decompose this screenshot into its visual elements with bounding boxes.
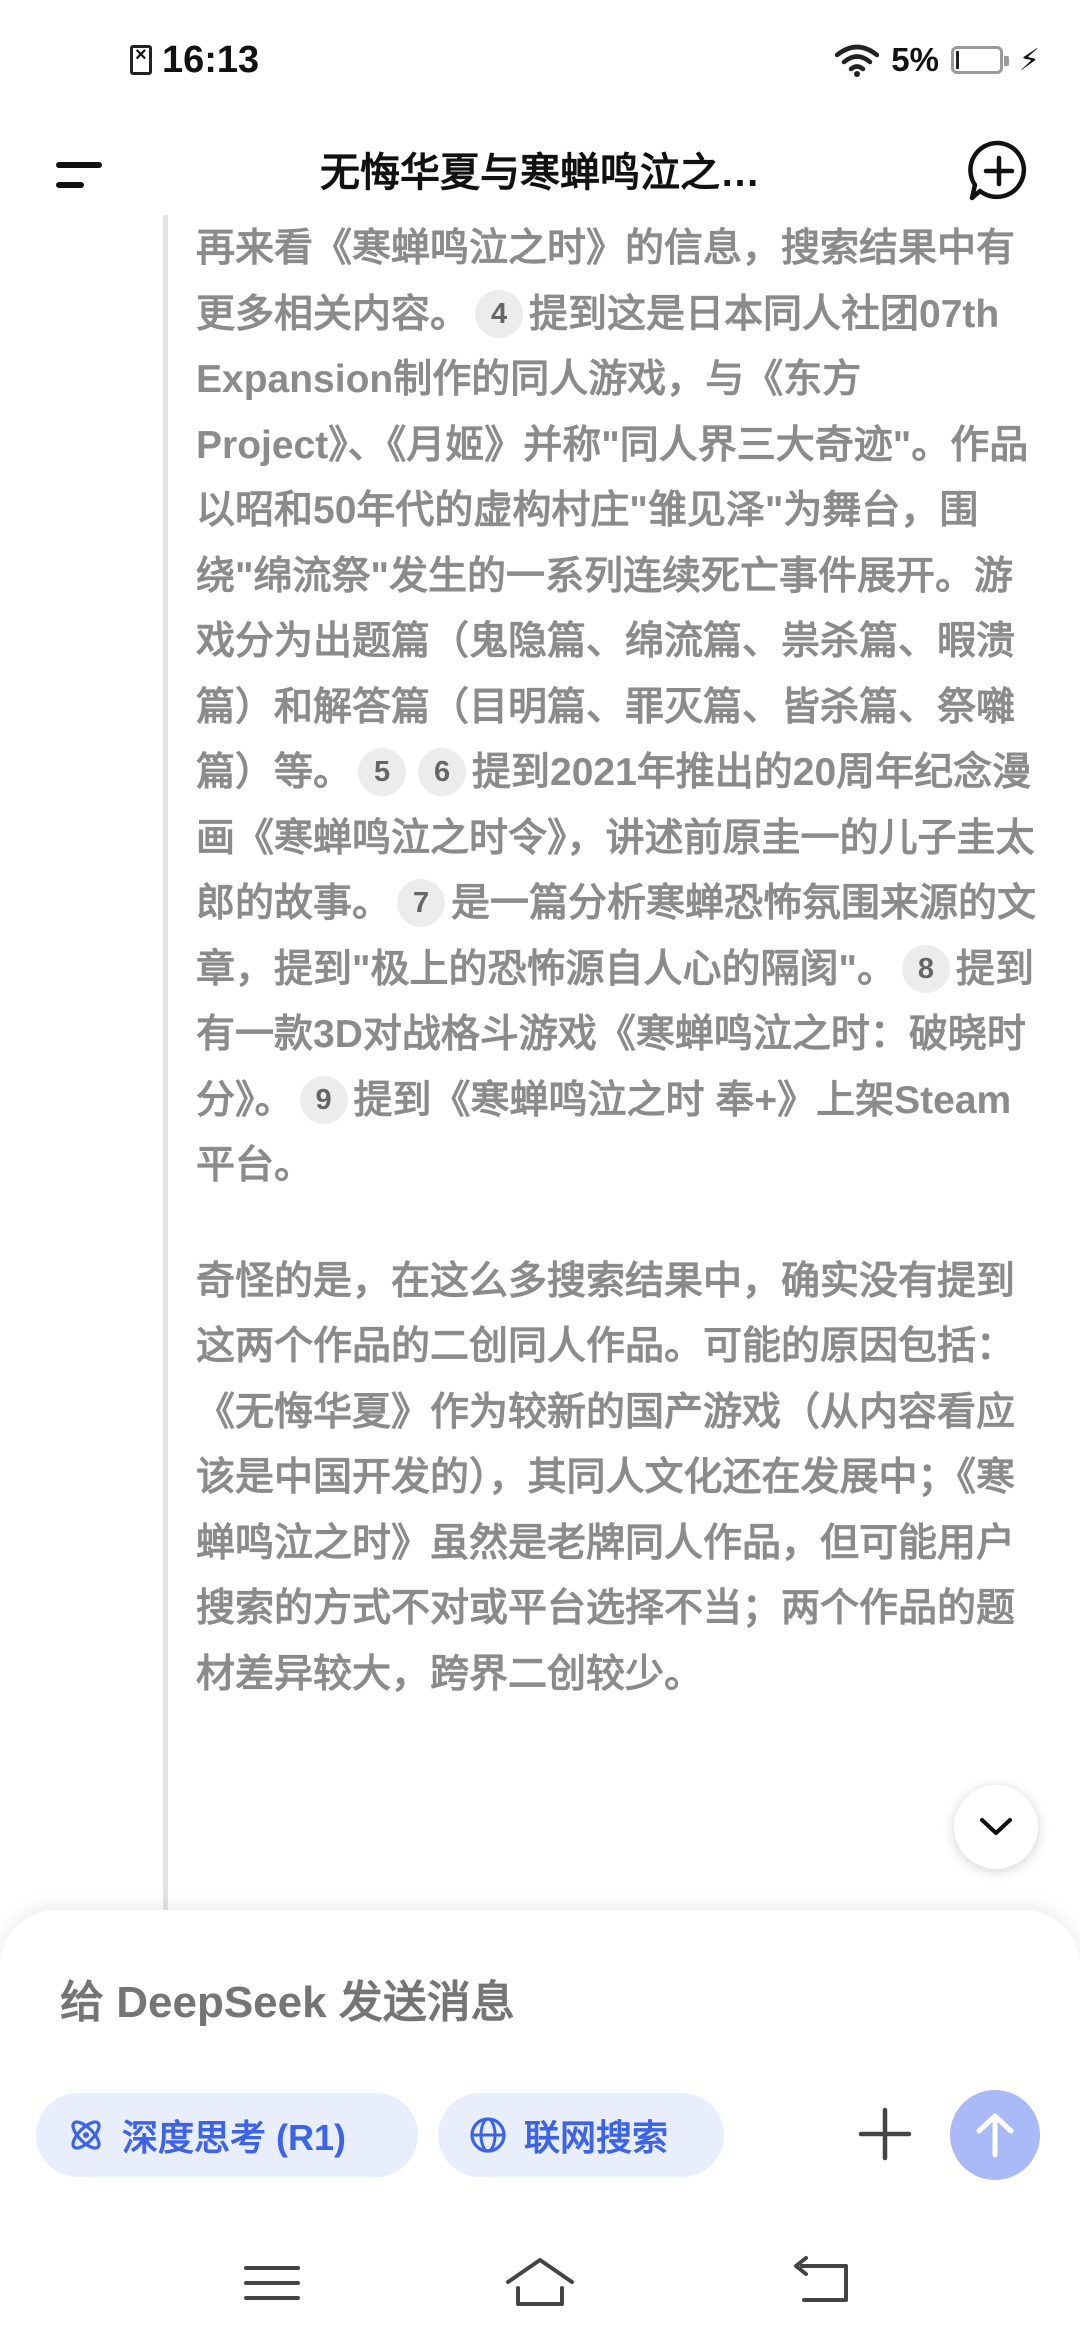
citation-badge-9[interactable]: 9	[299, 1075, 348, 1124]
web-search-toggle[interactable]: 联网搜索	[438, 2093, 724, 2177]
deep-think-label: 深度思考 (R1)	[122, 2117, 346, 2158]
charging-icon: ⚡	[1018, 43, 1040, 77]
message-input[interactable]	[58, 1962, 1022, 2044]
battery-icon	[950, 46, 1009, 74]
status-bar: 16:13 5% ⚡	[0, 0, 1080, 118]
new-chat-icon	[968, 140, 1027, 201]
citation-badge-5[interactable]: 5	[358, 748, 407, 796]
wifi-icon	[835, 44, 880, 77]
scroll-to-bottom-button[interactable]	[954, 1785, 1038, 1869]
send-button[interactable]	[950, 2090, 1040, 2180]
thinking-content: 再来看《寒蝉鸣泣之时》的信息，搜索结果中有更多相关内容。 4 提到这是日本同人社团0…	[196, 216, 1041, 1707]
status-right: 5% ⚡	[835, 36, 1040, 84]
thinking-indicator-bar	[163, 215, 168, 1915]
thinking-paragraph-2: 奇怪的是，在这么多搜索结果中，确实没有提到这两个作品的二创同人作品。可能的原因包…	[196, 1259, 1016, 1696]
globe-icon	[470, 2117, 506, 2153]
citation-badge-8[interactable]: 8	[901, 944, 950, 993]
citation-badge-6[interactable]: 6	[418, 748, 467, 796]
web-search-label: 联网搜索	[524, 2117, 669, 2158]
citation-badge-4[interactable]: 4	[475, 289, 524, 338]
sim-error-icon	[130, 44, 152, 75]
thinking-text-segment: 提到这是日本同人社团07th Expansion制作的同人游戏，与《东方Proj…	[196, 292, 1029, 795]
deep-think-toggle[interactable]: 深度思考 (R1)	[36, 2093, 418, 2177]
status-time: 16:13	[162, 38, 260, 81]
chevron-down-icon	[980, 1818, 1012, 1835]
attach-button[interactable]	[855, 2104, 915, 2164]
atom-icon	[71, 2120, 101, 2150]
new-chat-button[interactable]	[966, 138, 1032, 204]
status-left: 16:13	[130, 36, 259, 84]
recent-apps-button[interactable]	[232, 2248, 312, 2318]
plus-icon	[858, 2107, 912, 2161]
citation-badge-7[interactable]: 7	[397, 879, 446, 927]
menu-icon-line	[56, 182, 84, 188]
battery-percent: 5%	[891, 41, 939, 78]
arrow-up-icon	[976, 2113, 1014, 2158]
recent-apps-icon	[244, 2266, 300, 2300]
back-icon	[794, 2256, 848, 2302]
system-nav-bar	[0, 2240, 1080, 2340]
menu-button[interactable]	[52, 144, 112, 204]
chat-title[interactable]: 无悔华夏与寒蝉鸣泣之…	[170, 128, 910, 218]
menu-icon	[56, 162, 102, 168]
thinking-paragraph-1: 再来看《寒蝉鸣泣之时》的信息，搜索结果中有更多相关内容。 4 提到这是日本同人社团0…	[196, 216, 1041, 1199]
back-button[interactable]	[782, 2248, 862, 2318]
home-button[interactable]	[500, 2248, 580, 2318]
home-icon	[506, 2258, 574, 2306]
